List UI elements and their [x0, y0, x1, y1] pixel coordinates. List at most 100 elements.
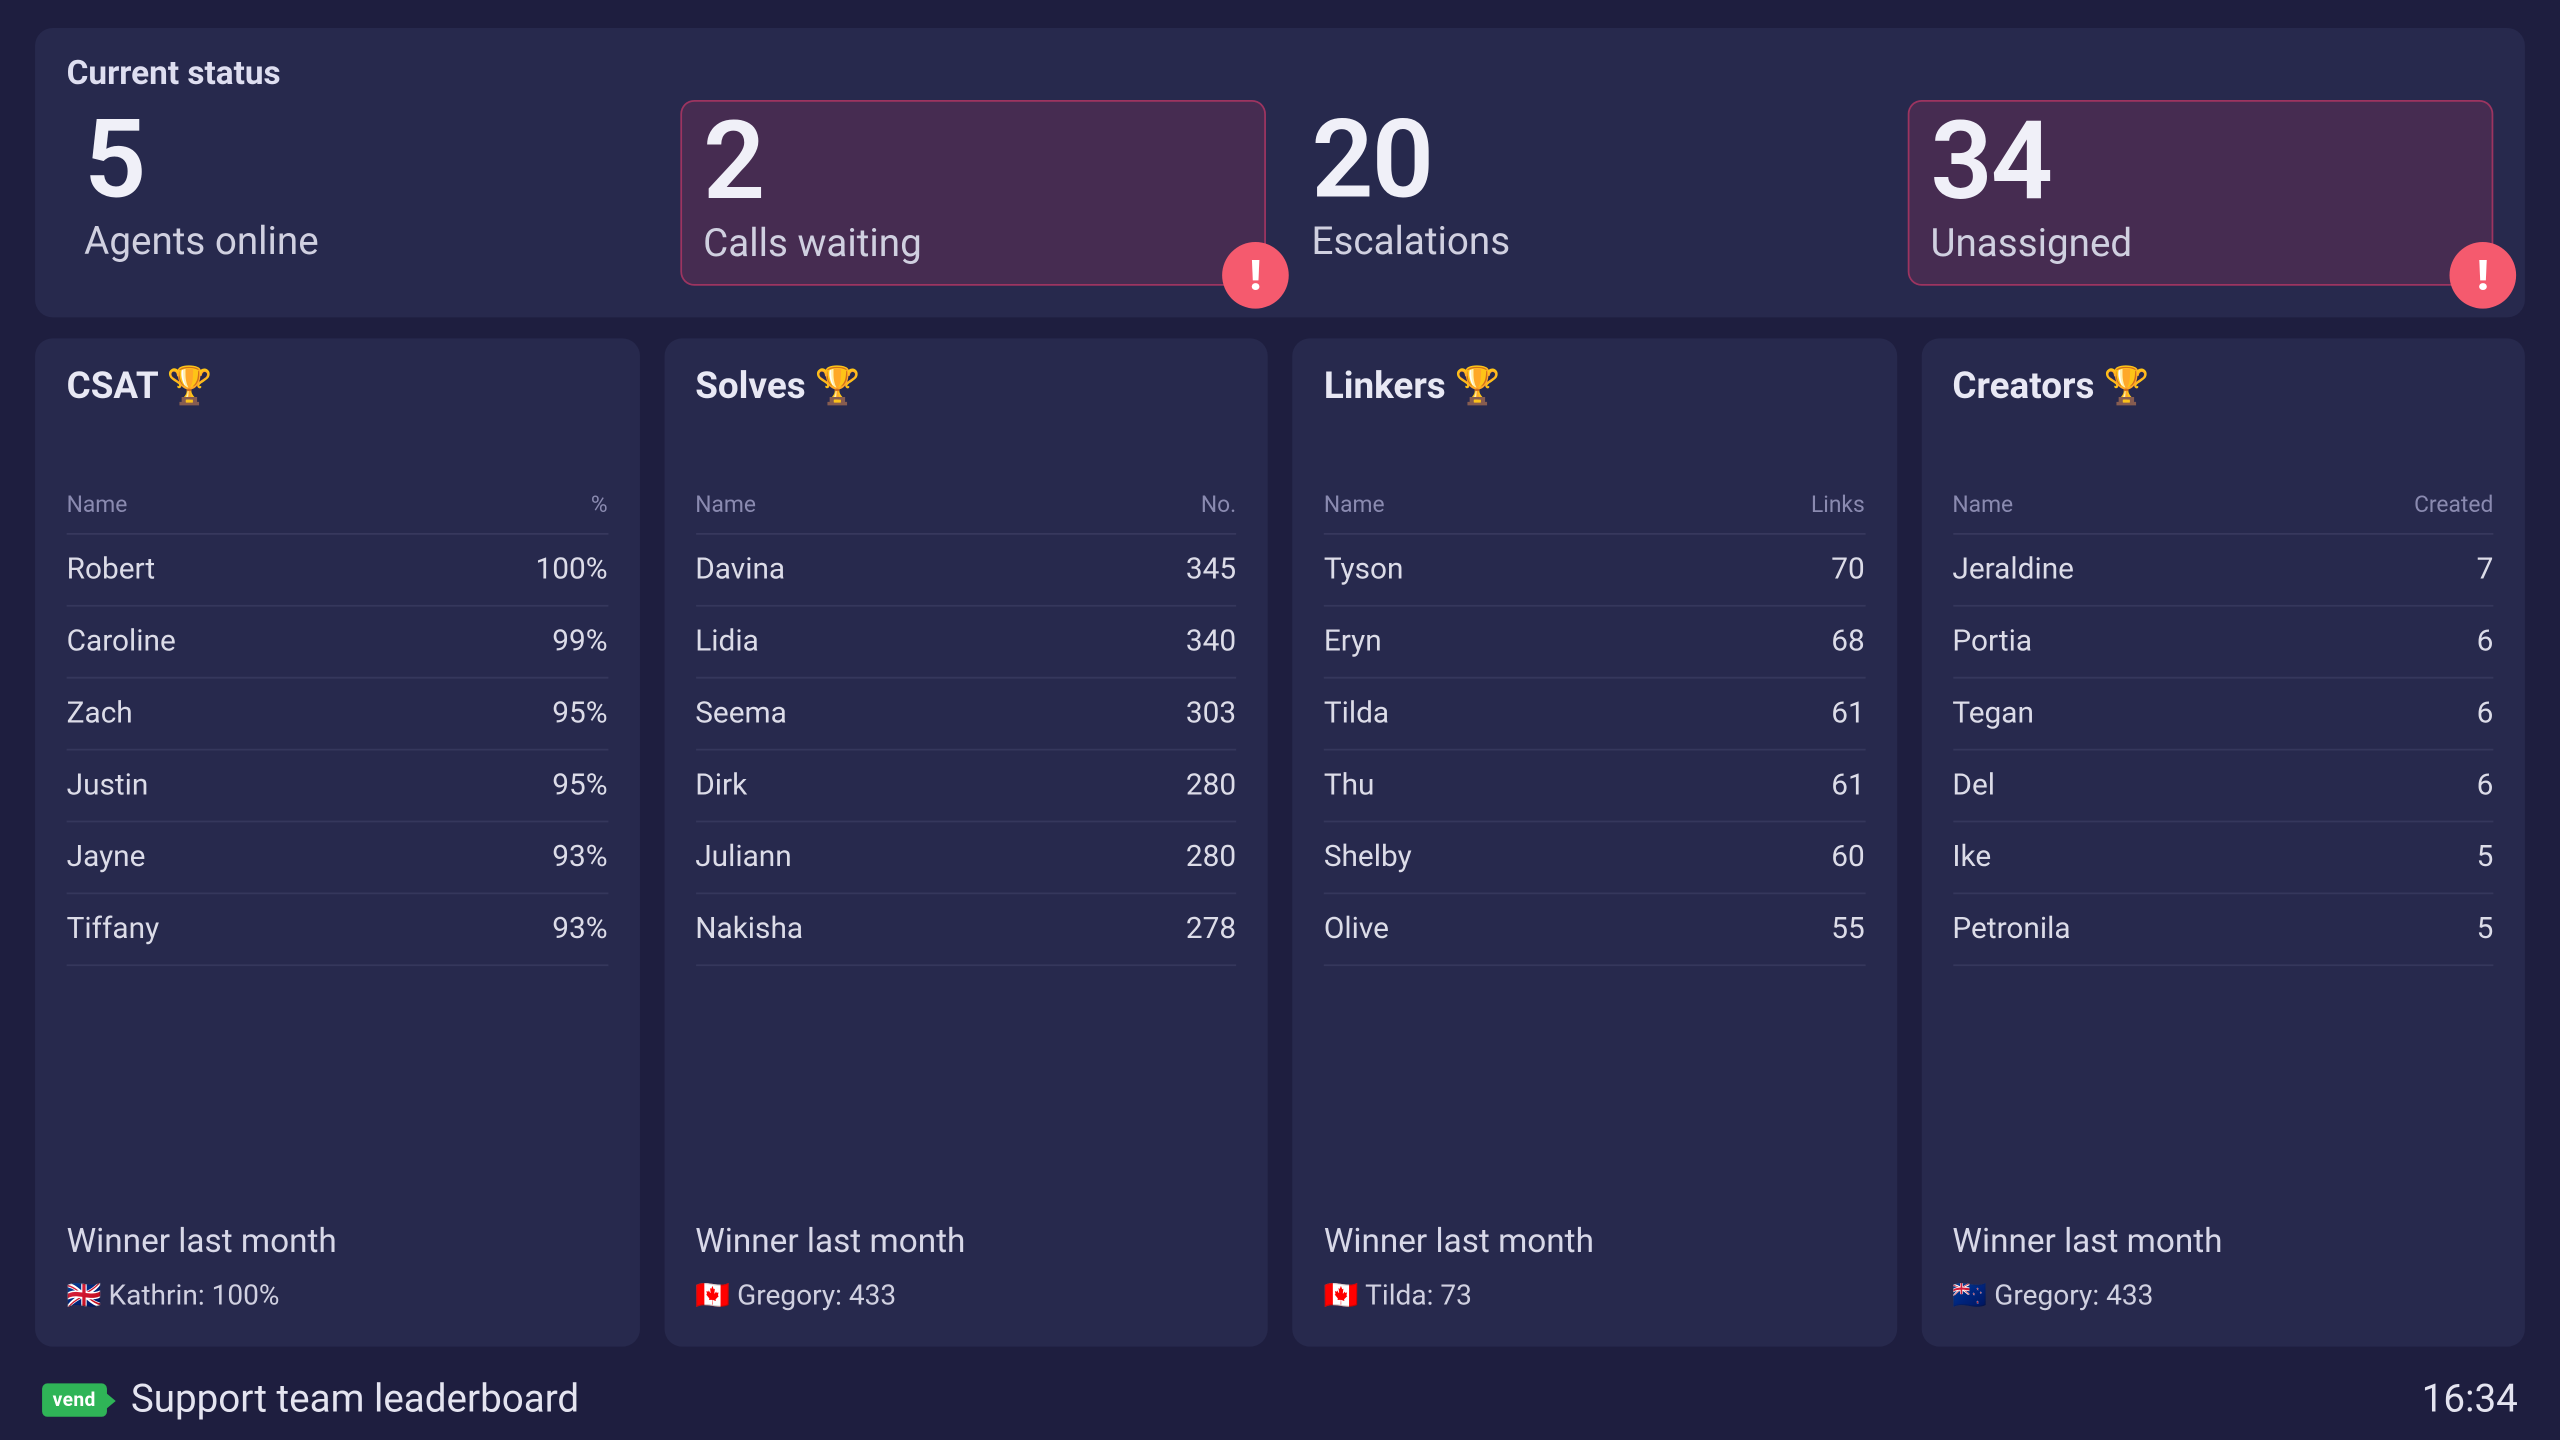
table-row: Petronila5 — [1952, 894, 2493, 966]
table-row: Olive55 — [1324, 894, 1865, 966]
table-row: Tyson 70 — [1324, 535, 1865, 607]
row-name: Del — [1952, 768, 1995, 803]
row-name: Justin — [67, 768, 149, 803]
table-row: Juliann 280 — [695, 823, 1236, 895]
footer-bar: vend Support team leaderboard 16:34 — [35, 1347, 2525, 1440]
status-title: Current status — [67, 53, 2494, 93]
table-row: Seema 303 — [695, 679, 1236, 751]
table-row: Justin 95% — [67, 751, 608, 823]
row-name: Juliann — [695, 840, 792, 875]
row-value: 95% — [552, 768, 607, 803]
leaderboard-card: Solves 🏆 Name No. Davina 345 Lidia 340 Seema 303… — [664, 339, 1268, 1347]
table-row: Thu 61 — [1324, 751, 1865, 823]
row-value: 6 — [2477, 768, 2494, 803]
winner-value: 🇬🇧 Kathrin: 100% — [67, 1279, 608, 1312]
row-value: 93% — [552, 912, 607, 947]
winner-label: Winner last month — [1952, 1221, 2493, 1261]
row-value: 280 — [1186, 768, 1236, 803]
status-item-escalations: 20Escalations — [1294, 100, 1880, 286]
status-label: Unassigned — [1930, 223, 2470, 267]
row-name: Zach — [67, 696, 133, 731]
row-name: Eryn — [1324, 624, 1382, 659]
row-value: 68 — [1831, 624, 1865, 659]
row-name: Davina — [695, 552, 785, 587]
column-name: Name — [1952, 493, 2013, 519]
row-name: Lidia — [695, 624, 759, 659]
leaderboard-card: Creators 🏆NameCreatedJeraldine7Portia6Te… — [1921, 339, 2525, 1347]
column-name: Name — [67, 493, 128, 519]
row-name: Seema — [695, 696, 787, 731]
leaderboard-card: Linkers 🏆NameLinksTyson70Eryn68Tilda61Th… — [1292, 339, 1896, 1347]
table-row: Eryn 68 — [1324, 607, 1865, 679]
column-name: Name — [1324, 493, 1385, 519]
column-name: Name — [695, 493, 756, 519]
row-name: Jayne — [67, 840, 146, 875]
row-value: 61 — [1831, 696, 1865, 731]
winner-value: 🇳🇿 Gregory: 433 — [1952, 1279, 2493, 1312]
row-value: 70 — [1831, 552, 1865, 587]
table-header: Name% — [67, 493, 608, 535]
table-row: Shelby60 — [1324, 823, 1865, 895]
table-row: Del 6 — [1952, 751, 2493, 823]
winner-value: 🇨🇦 Gregory: 433 — [695, 1279, 1236, 1312]
table-row: Tiffany 93% — [67, 894, 608, 966]
table-row: Nakisha 278 — [695, 894, 1236, 966]
row-name: Nakisha — [695, 912, 803, 947]
row-name: Tyson — [1324, 552, 1404, 587]
status-value: 20 — [1312, 103, 1863, 217]
row-value: 303 — [1186, 696, 1236, 731]
row-name: Petronila — [1952, 912, 2070, 947]
table-row: Lidia 340 — [695, 607, 1236, 679]
row-value: 340 — [1186, 624, 1236, 659]
row-name: Thu — [1324, 768, 1375, 803]
row-name: Portia — [1952, 624, 2032, 659]
row-value: 95% — [552, 696, 607, 731]
row-value: 6 — [2477, 696, 2494, 731]
row-value: 278 — [1186, 912, 1236, 947]
table-row: Zach 95% — [67, 679, 608, 751]
alert-icon: ! — [2449, 242, 2516, 309]
row-name: Tiffany — [67, 912, 160, 947]
status-item-unassigned: 34Unassigned! — [1908, 100, 2494, 286]
table-row: Jayne 93% — [67, 823, 608, 895]
row-value: 5 — [2477, 840, 2494, 875]
winner-value: 🇨🇦 Tilda: 73 — [1324, 1279, 1865, 1312]
status-label: Agents online — [84, 221, 635, 265]
column-value: % — [591, 493, 608, 519]
winner-label: Winner last month — [1324, 1221, 1865, 1261]
row-value: 100% — [535, 552, 607, 587]
status-value: 5 — [84, 103, 635, 217]
winner-label: Winner last month — [695, 1221, 1236, 1261]
row-value: 345 — [1186, 552, 1236, 587]
table-row: Robert100% — [67, 535, 608, 607]
status-label: Calls waiting — [703, 223, 1243, 267]
row-value: 93% — [552, 840, 607, 875]
board-title: Creators 🏆 — [1952, 367, 2493, 409]
row-name: Shelby — [1324, 840, 1412, 875]
board-title: Linkers 🏆 — [1324, 367, 1865, 409]
status-item-calls-waiting: 2Calls waiting! — [680, 100, 1266, 286]
row-name: Jeraldine — [1952, 552, 2074, 587]
column-value: No. — [1201, 493, 1236, 519]
leaderboard-card: CSAT 🏆Name%Robert100%Caroline99%Zach95%J… — [35, 339, 639, 1347]
brand-badge: vend — [42, 1384, 106, 1417]
row-value: 61 — [1831, 768, 1865, 803]
row-name: Dirk — [695, 768, 747, 803]
status-value: 34 — [1930, 105, 2470, 219]
row-name: Caroline — [67, 624, 176, 659]
row-value: 99% — [552, 624, 607, 659]
table-header: NameLinks — [1324, 493, 1865, 535]
winner-label: Winner last month — [67, 1221, 608, 1261]
alert-icon: ! — [1222, 242, 1289, 309]
row-value: 280 — [1186, 840, 1236, 875]
table-header: NameCreated — [1952, 493, 2493, 535]
row-value: 6 — [2477, 624, 2494, 659]
board-title: CSAT 🏆 — [67, 367, 608, 409]
table-row: Dirk 280 — [695, 751, 1236, 823]
clock: 16:34 — [2422, 1379, 2518, 1423]
status-panel: Current status 5Agents online 2Calls wait… — [35, 28, 2525, 317]
row-value: 55 — [1831, 912, 1865, 947]
board-title: Solves 🏆 — [695, 367, 1236, 409]
row-name: Tegan — [1952, 696, 2034, 731]
table-header: Name No. — [695, 493, 1236, 535]
